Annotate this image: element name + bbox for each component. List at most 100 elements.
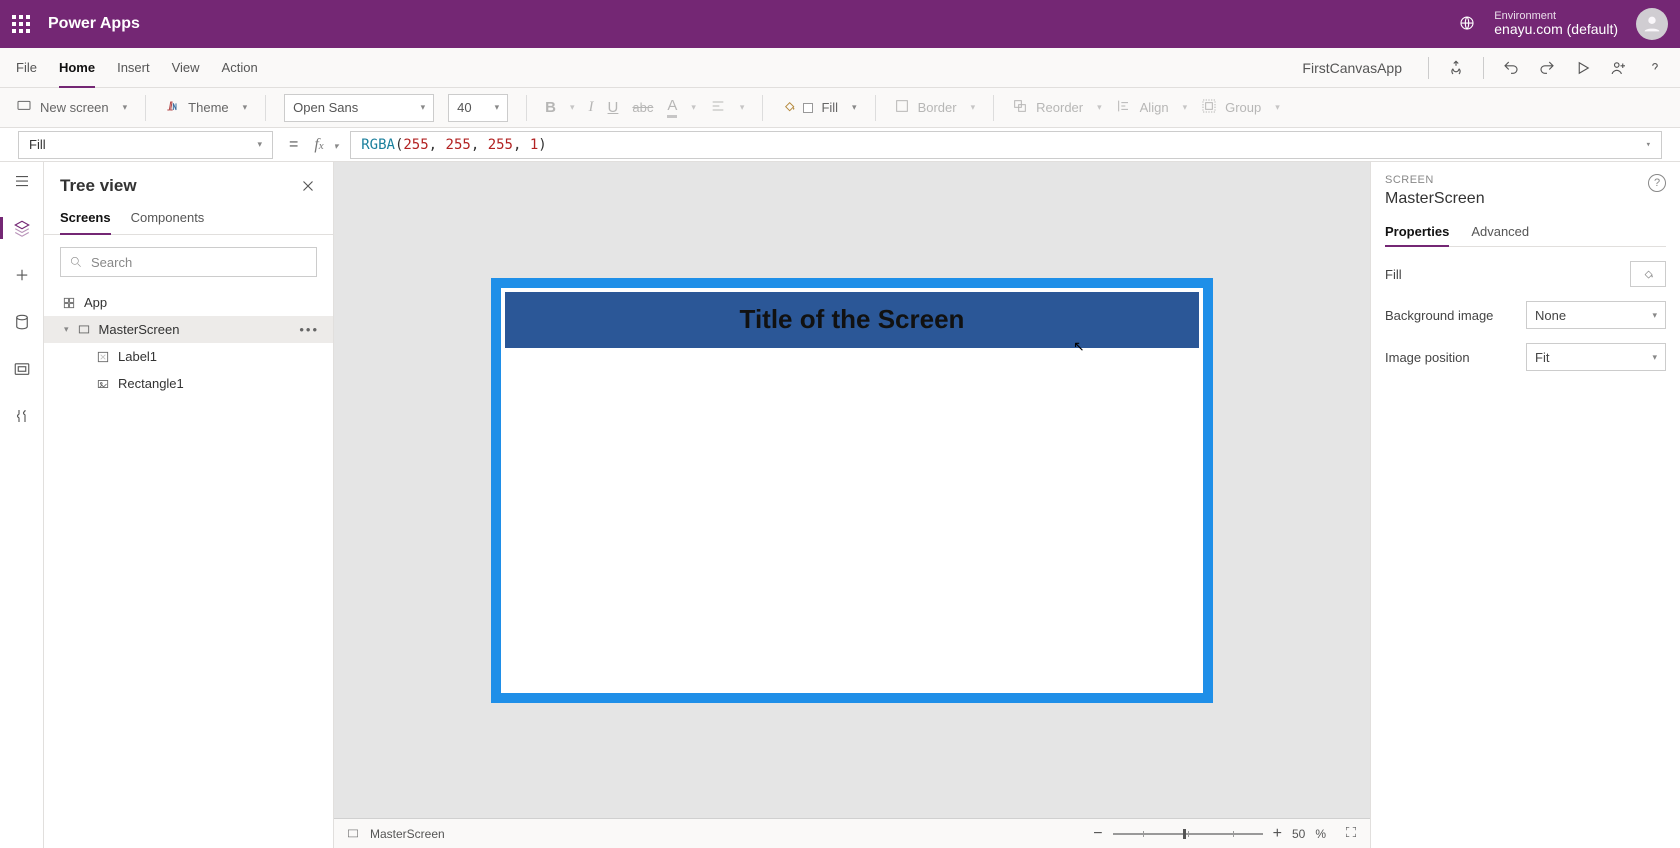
app-name: Power Apps (48, 15, 140, 33)
screen-icon (346, 827, 360, 841)
equals-sign: = (285, 136, 302, 154)
prop-fill-swatch[interactable] (1630, 261, 1666, 287)
fill-label: Fill (821, 100, 838, 115)
menu-tab-home[interactable]: Home (59, 49, 95, 88)
menu-bar: File Home Insert View Action FirstCanvas… (0, 48, 1680, 88)
help-icon[interactable] (1646, 59, 1664, 77)
search-icon (69, 255, 83, 269)
menu-tab-insert[interactable]: Insert (117, 48, 150, 87)
align-button[interactable]: Align▾ (1116, 98, 1187, 117)
zoom-value: 50 (1292, 827, 1305, 841)
user-avatar[interactable] (1636, 8, 1668, 40)
font-size-select[interactable]: 40▾ (448, 94, 508, 122)
more-icon[interactable]: ••• (299, 322, 319, 337)
tree-search-input[interactable]: Search (60, 247, 317, 277)
fx-icon[interactable]: fx ▾ (314, 136, 338, 154)
prop-imgpos-label: Image position (1385, 350, 1470, 365)
tree-node-app[interactable]: App (44, 289, 333, 316)
tree-node-rectangle1[interactable]: Rectangle1 (44, 370, 333, 397)
strike-button[interactable]: abc (632, 100, 653, 115)
group-label: Group (1225, 100, 1261, 115)
redo-icon[interactable] (1538, 59, 1556, 77)
app-display-name: FirstCanvasApp (1302, 60, 1410, 76)
text-align-button[interactable]: ▾ (710, 98, 745, 117)
tree-node-rect1-label: Rectangle1 (118, 376, 184, 391)
border-label: Border (918, 100, 957, 115)
new-screen-label: New screen (40, 100, 109, 115)
prop-bg-select[interactable]: None▾ (1526, 301, 1666, 329)
fit-screen-icon[interactable] (1344, 825, 1358, 842)
play-icon[interactable] (1574, 59, 1592, 77)
reorder-label: Reorder (1036, 100, 1083, 115)
italic-button[interactable]: I (589, 99, 594, 116)
canvas-screen[interactable]: Title of the Screen ↖ (491, 278, 1213, 703)
tree-view-icon[interactable] (13, 219, 31, 240)
border-button[interactable]: Border▾ (894, 98, 976, 117)
rectangle1[interactable]: Title of the Screen (505, 292, 1199, 348)
tools-icon[interactable] (13, 407, 31, 428)
formula-fn: RGBA (361, 137, 395, 153)
app-launcher-icon[interactable] (12, 15, 30, 33)
tree-node-masterscreen[interactable]: ▾ MasterScreen ••• (44, 316, 333, 343)
menu-tab-view[interactable]: View (172, 48, 200, 87)
divider (1483, 57, 1484, 79)
data-icon[interactable] (13, 313, 31, 334)
hamburger-icon[interactable] (13, 172, 31, 193)
menu-tab-action[interactable]: Action (222, 48, 258, 87)
tree-view-panel: Tree view Screens Components Search App … (44, 162, 334, 848)
environment-picker[interactable]: Environment enayu.com (default) (1494, 10, 1618, 37)
zoom-in-button[interactable]: + (1273, 825, 1282, 843)
underline-button[interactable]: U (608, 99, 619, 116)
tree-node-app-label: App (84, 295, 107, 310)
prop-imgpos-value: Fit (1535, 350, 1549, 365)
screen-surface[interactable] (505, 292, 1199, 689)
share-icon[interactable] (1610, 59, 1628, 77)
prop-bg-value: None (1535, 308, 1566, 323)
property-value: Fill (29, 137, 46, 152)
tree-node-screen-label: MasterScreen (99, 322, 180, 337)
tree-tab-screens[interactable]: Screens (60, 202, 111, 235)
app-header: Power Apps Environment enayu.com (defaul… (0, 0, 1680, 48)
ribbon: New screen▾ Theme▾ Open Sans▾ 40▾ B▾ I U… (0, 88, 1680, 128)
help-icon[interactable]: ? (1648, 174, 1666, 192)
close-icon[interactable] (299, 177, 317, 195)
zoom-unit: % (1315, 827, 1326, 841)
app-checker-icon[interactable] (1447, 59, 1465, 77)
reorder-button[interactable]: Reorder▾ (1012, 98, 1102, 117)
tree-view-title: Tree view (60, 176, 137, 196)
font-family-select[interactable]: Open Sans▾ (284, 94, 434, 122)
prop-bg-label: Background image (1385, 308, 1493, 323)
group-button[interactable]: Group▾ (1201, 98, 1280, 117)
props-object-name: MasterScreen (1385, 190, 1485, 208)
insert-icon[interactable] (13, 266, 31, 287)
bold-button[interactable]: B▾ (545, 99, 574, 116)
properties-panel: SCREEN MasterScreen ? Properties Advance… (1370, 162, 1680, 848)
props-tab-advanced[interactable]: Advanced (1471, 218, 1529, 246)
environment-name: enayu.com (default) (1494, 22, 1618, 37)
zoom-out-button[interactable]: − (1093, 825, 1102, 843)
undo-icon[interactable] (1502, 59, 1520, 77)
prop-fill-label: Fill (1385, 267, 1402, 282)
props-tab-properties[interactable]: Properties (1385, 218, 1449, 247)
theme-button[interactable]: Theme▾ (164, 98, 247, 117)
label1[interactable]: Title of the Screen (740, 304, 965, 335)
tree-node-label1[interactable]: Label1 (44, 343, 333, 370)
new-screen-button[interactable]: New screen▾ (16, 98, 127, 117)
prop-imgpos-select[interactable]: Fit▾ (1526, 343, 1666, 371)
chevron-down-icon[interactable]: ▾ (64, 324, 69, 335)
font-size-value: 40 (457, 100, 471, 115)
divider (1428, 57, 1429, 79)
formula-input[interactable]: RGBA(255, 255, 255, 1) ▾ (350, 131, 1662, 159)
zoom-slider[interactable] (1113, 833, 1263, 835)
menu-tab-file[interactable]: File (16, 48, 37, 87)
tree-node-label1-label: Label1 (118, 349, 157, 364)
status-screen-name: MasterScreen (370, 827, 445, 841)
tree-tab-components[interactable]: Components (131, 202, 205, 234)
align-label: Align (1140, 100, 1169, 115)
property-select[interactable]: Fill▾ (18, 131, 273, 159)
media-icon[interactable] (13, 360, 31, 381)
fill-button[interactable]: Fill▾ (781, 98, 856, 117)
font-family-value: Open Sans (293, 100, 358, 115)
font-color-button[interactable]: A▾ (667, 97, 696, 118)
props-type-label: SCREEN (1385, 174, 1485, 186)
